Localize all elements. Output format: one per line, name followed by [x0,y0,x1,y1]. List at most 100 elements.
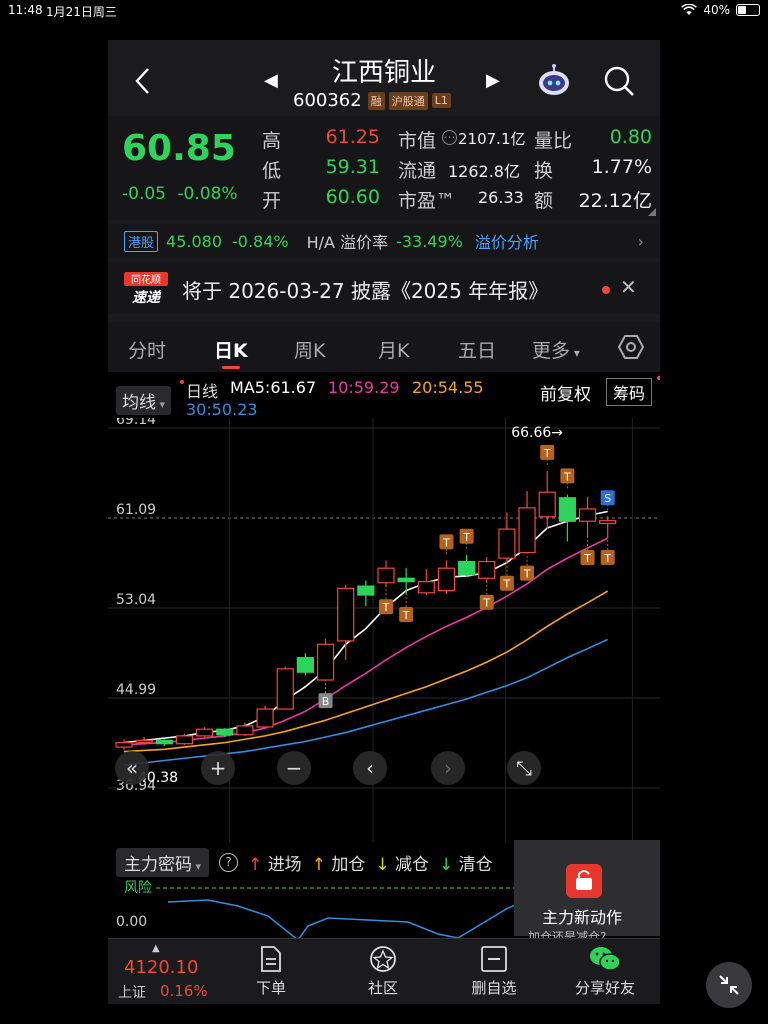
turnover-label: 换 [534,160,554,182]
candle-body [236,725,254,736]
candle-body [256,708,274,728]
caret-down-icon: ▾ [570,346,580,360]
indicator-bar: 主力密码 ▾ ? ↑ 进场 ↑ 加仓 ↓ 减仓 ↓ 清仓 [116,848,493,877]
ma30-label: 30:50.23 [186,400,258,419]
ma10-label: 10:59.29 [328,378,400,397]
premium-analysis-link[interactable]: 溢价分析 [475,229,539,253]
info-icon[interactable]: ⋯ [442,130,457,145]
chart-control-icon: › [444,756,452,780]
quote-panel: 60.85 -0.05 -0.08% 高 低 开 61.25 59.31 60.… [108,116,660,220]
premium-label: H/A 溢价率 [306,233,389,252]
expand-corner-icon[interactable] [648,208,656,216]
vol-ratio-label: 量比 [534,130,573,152]
candle-body [417,581,435,594]
chart-settings-icon[interactable] [618,334,644,360]
tab-more-label: 更多 [532,340,571,362]
tab-monthly-k[interactable]: 月K [378,336,409,363]
legend-clear-label: 清仓 [458,855,493,875]
mkt-cap-value: 2107.1亿 [458,130,526,148]
indicator-select[interactable]: 主力密码 ▾ [116,848,210,877]
candle-body [135,739,153,744]
legend-reduce-label: 减仓 [395,855,429,875]
premium-value: -33.49% [396,231,463,251]
nav-community[interactable]: 社区 [348,945,418,998]
status-time: 11:48 [8,3,43,17]
announcement-banner[interactable]: 同花顺 速递 将于 2026-03-27 披露《2025 年年报》 ✕ [108,262,660,314]
tab-intraday[interactable]: 分时 [128,336,166,363]
pe-value: 26.33 [478,188,524,207]
legend-add: ↑ 加仓 [311,855,366,875]
stock-name: 江西铜业 [331,58,436,88]
change-value: -0.05 [122,184,166,204]
announcement-text: 将于 2026-03-27 披露《2025 年年报》 [182,279,549,303]
price-change: -0.05 -0.08% [122,184,238,204]
index-value[interactable]: 4120.10 [124,957,198,978]
help-icon[interactable]: ? [219,853,239,872]
low-value: 59.31 [325,156,380,178]
signal-marker-label: T [583,552,591,565]
chart-control-icon: + [210,756,227,780]
hk-price: 45.080 [166,231,222,251]
candle-body [115,742,133,748]
tag-margin: 融 [367,91,385,110]
candle-body [175,735,194,745]
signal-marker-label: B [322,695,330,708]
hk-change: -0.84% [232,231,289,251]
collapse-fullscreen-button[interactable] [706,962,752,1008]
assistant-robot-icon[interactable] [536,62,572,98]
legend-clear: ↓ 清仓 [439,855,493,875]
ma20-label: 20:54.55 [412,378,484,397]
kline-plot[interactable]: 69.1461.0953.0444.99BTTT TTTTTTT TS66.66→3… [108,418,660,852]
candle-body [558,497,576,522]
tab-daily-k[interactable]: 日K [214,336,248,363]
legend-add-label: 加仓 [331,855,366,875]
popup-title: 主力新动作 [542,908,623,927]
candle-body [478,560,496,579]
chart-control-icon: « [126,756,138,780]
hk-premium-row[interactable]: 港股 45.080 -0.84% H/A 溢价率 -33.49% 溢价分析 › [108,224,660,258]
candle-body [296,657,314,673]
close-icon[interactable]: ✕ [620,275,637,299]
wechat-icon [590,947,621,971]
change-percent: -0.08% [177,184,238,204]
status-date: 1月21日周三 [46,5,117,19]
tag-level: L1 [431,93,451,108]
candle-body [538,491,556,518]
chart-control-icon: − [286,756,303,780]
low-label: 低 [262,160,282,182]
open-value: 60.60 [325,186,380,208]
candle-body [578,508,597,522]
candle-body [458,560,476,576]
tab-more[interactable]: 更多 ▾ [532,336,580,363]
ma-select[interactable]: 均线 ▾ [116,386,172,415]
active-tab-indicator [222,366,240,369]
next-stock-icon[interactable]: ▶ [486,70,500,91]
nav-share[interactable]: 分享好友 [568,945,642,998]
lock-gift-icon [566,864,602,898]
stock-detail-app: ◀ 江西铜业 ▶ 600362 融 沪股通 L1 60.85 -0.05 -0.… [108,40,660,1004]
candle-body [216,728,234,736]
candle-body [437,567,456,592]
nav-remove-watchlist[interactable]: 删自选 [459,945,529,998]
ma-select-label: 均线 [122,393,156,413]
y-tick-label: 61.09 [116,502,156,518]
tab-five-day[interactable]: 五日 [458,336,496,363]
search-icon[interactable] [602,64,636,98]
main-force-popup[interactable]: 主力新动作 加仓还是减仓? [514,840,660,944]
candle-body [316,643,335,681]
signal-marker-label: T [523,568,531,581]
battery-icon [736,4,760,16]
chip-button[interactable]: 筹码 [606,378,653,406]
tab-weekly-k[interactable]: 周K [294,336,325,363]
kline-chart-area: 均线 ▾ 日线 MA5:61.67 10:59.29 20:54.55 30:5… [108,372,660,877]
stock-code: 600362 [293,90,362,111]
signal-marker-label: T [543,447,551,460]
adjust-mode[interactable]: 前复权 [540,380,591,405]
mkt-cap-label: 市值 [398,130,437,152]
nav-order[interactable]: 下单 [236,945,306,998]
wifi-icon [681,4,698,15]
signal-marker-label: T [603,552,611,565]
ma10-line [123,537,609,746]
hk-badge: 港股 [124,230,159,252]
float-cap-label: 流通 [398,160,437,182]
